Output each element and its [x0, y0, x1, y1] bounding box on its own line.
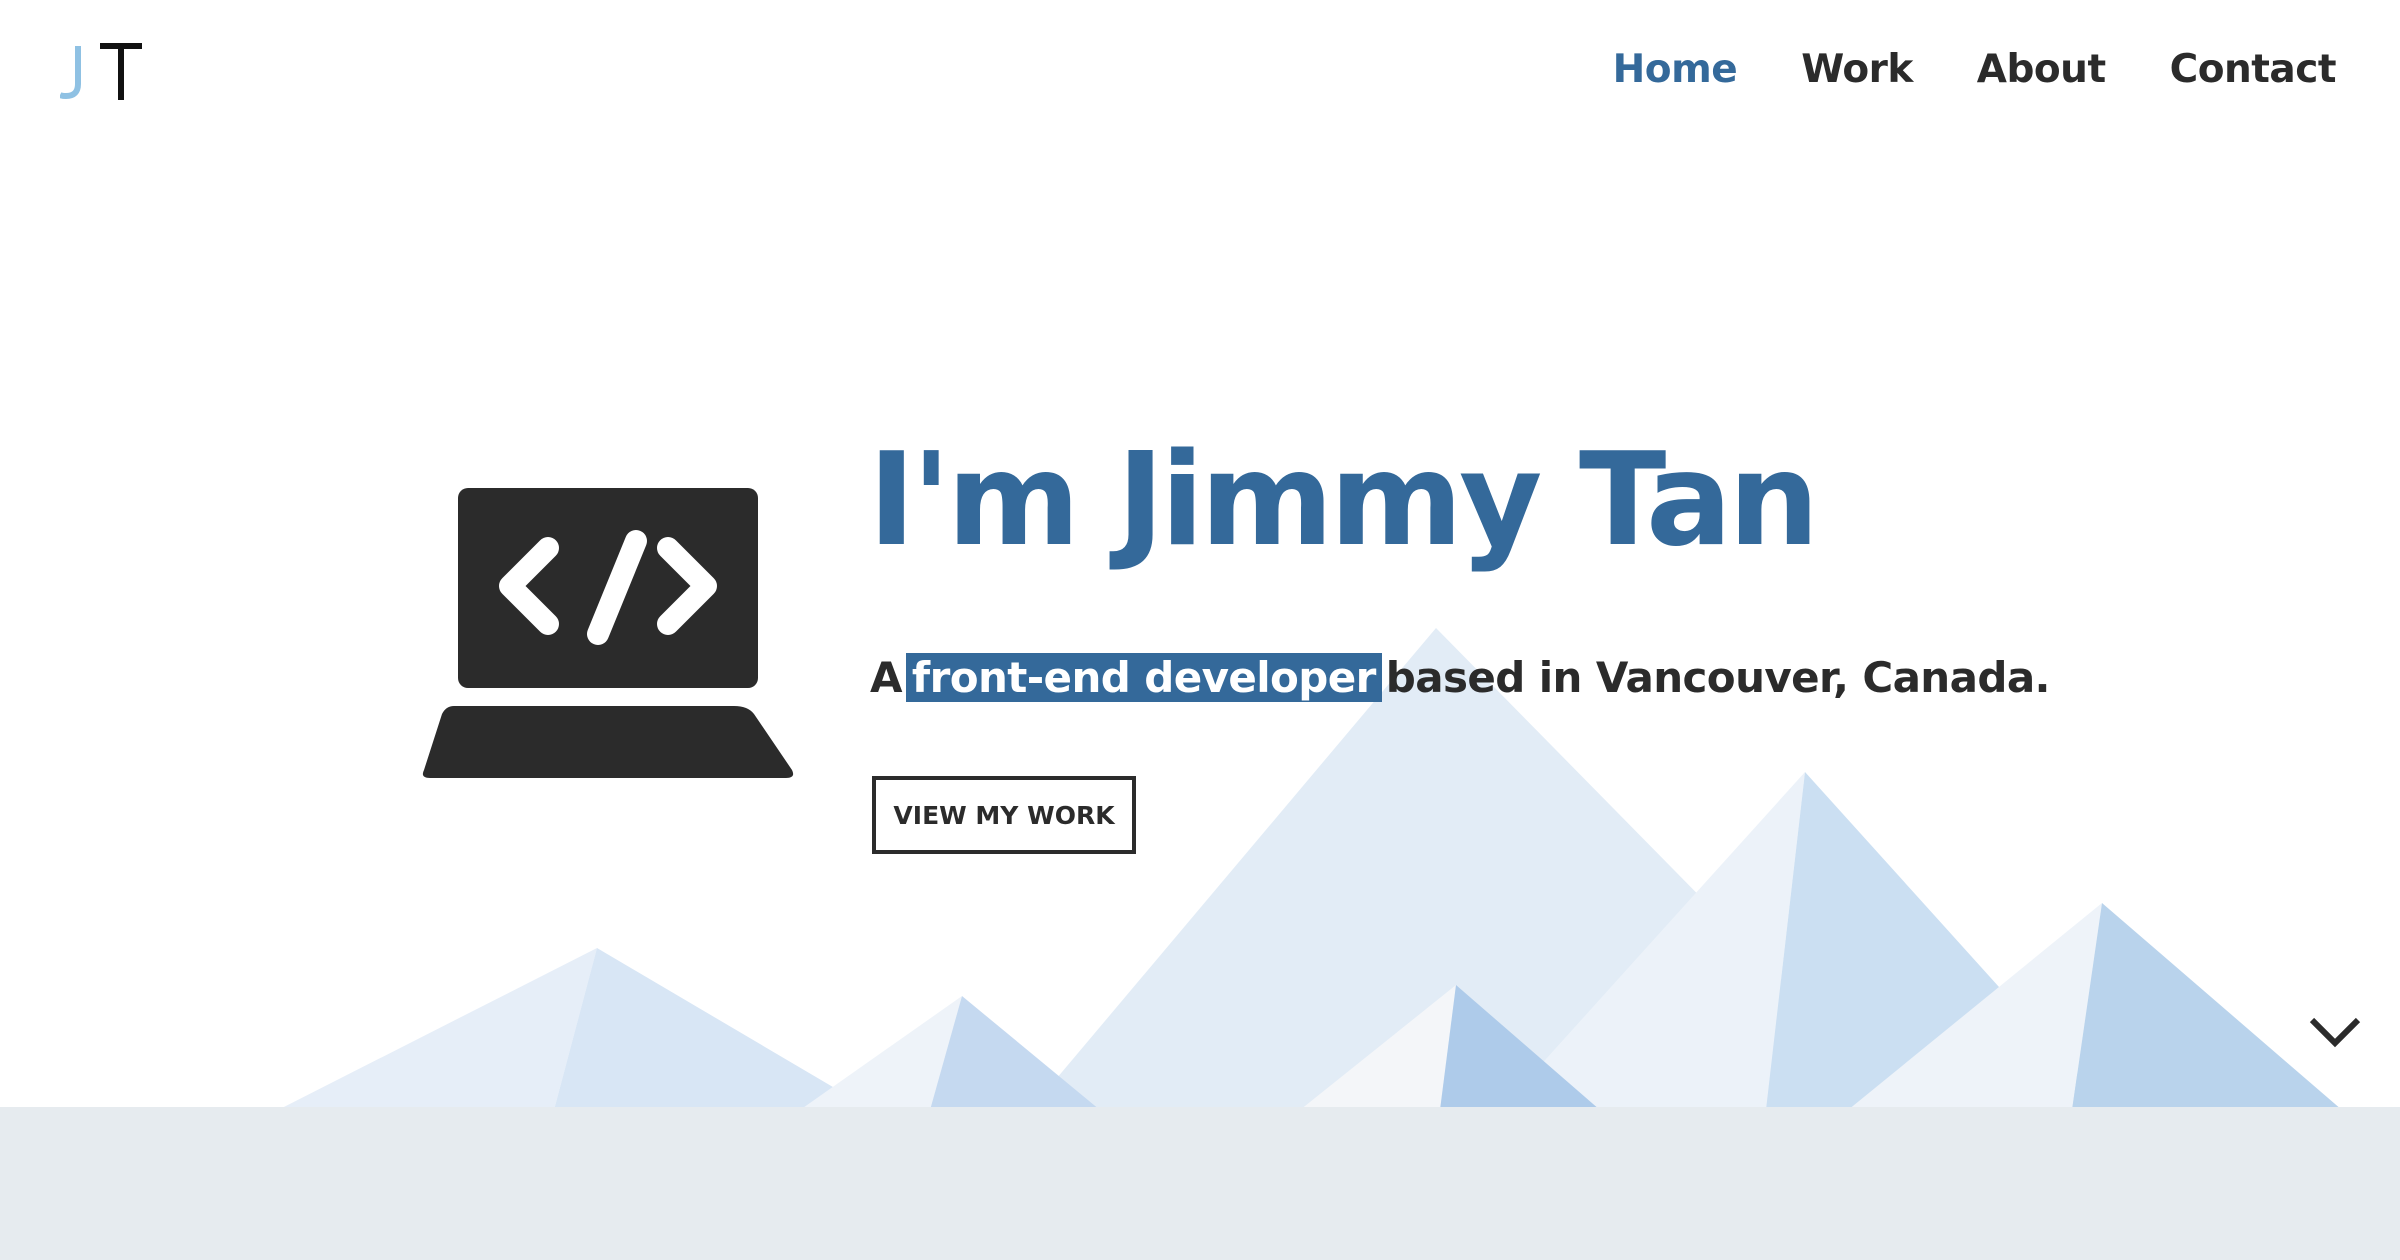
- hero-subtitle: Afront-end developer based in Vancouver, …: [870, 648, 2051, 708]
- nav-about-link[interactable]: About: [1977, 40, 2106, 100]
- hero-subtitle-highlight: front-end developer: [905, 653, 1382, 702]
- jt-logo-icon: [60, 43, 142, 100]
- view-my-work-button[interactable]: VIEW MY WORK: [872, 776, 1136, 854]
- nav-contact-link[interactable]: Contact: [2170, 40, 2337, 100]
- site-logo[interactable]: [60, 38, 150, 108]
- hero-subtitle-suffix: based in Vancouver, Canada.: [1385, 653, 2051, 702]
- chevron-down-icon[interactable]: [2308, 1012, 2362, 1052]
- hero-subtitle-prefix: A: [870, 653, 903, 702]
- hero-title: I'm Jimmy Tan: [868, 426, 1819, 575]
- laptop-code-icon: [422, 488, 794, 778]
- ground-strip: [0, 1107, 2400, 1260]
- main-nav: Home Work About Contact: [1613, 40, 2337, 100]
- nav-work-link[interactable]: Work: [1801, 40, 1913, 100]
- nav-home-link[interactable]: Home: [1613, 40, 1738, 100]
